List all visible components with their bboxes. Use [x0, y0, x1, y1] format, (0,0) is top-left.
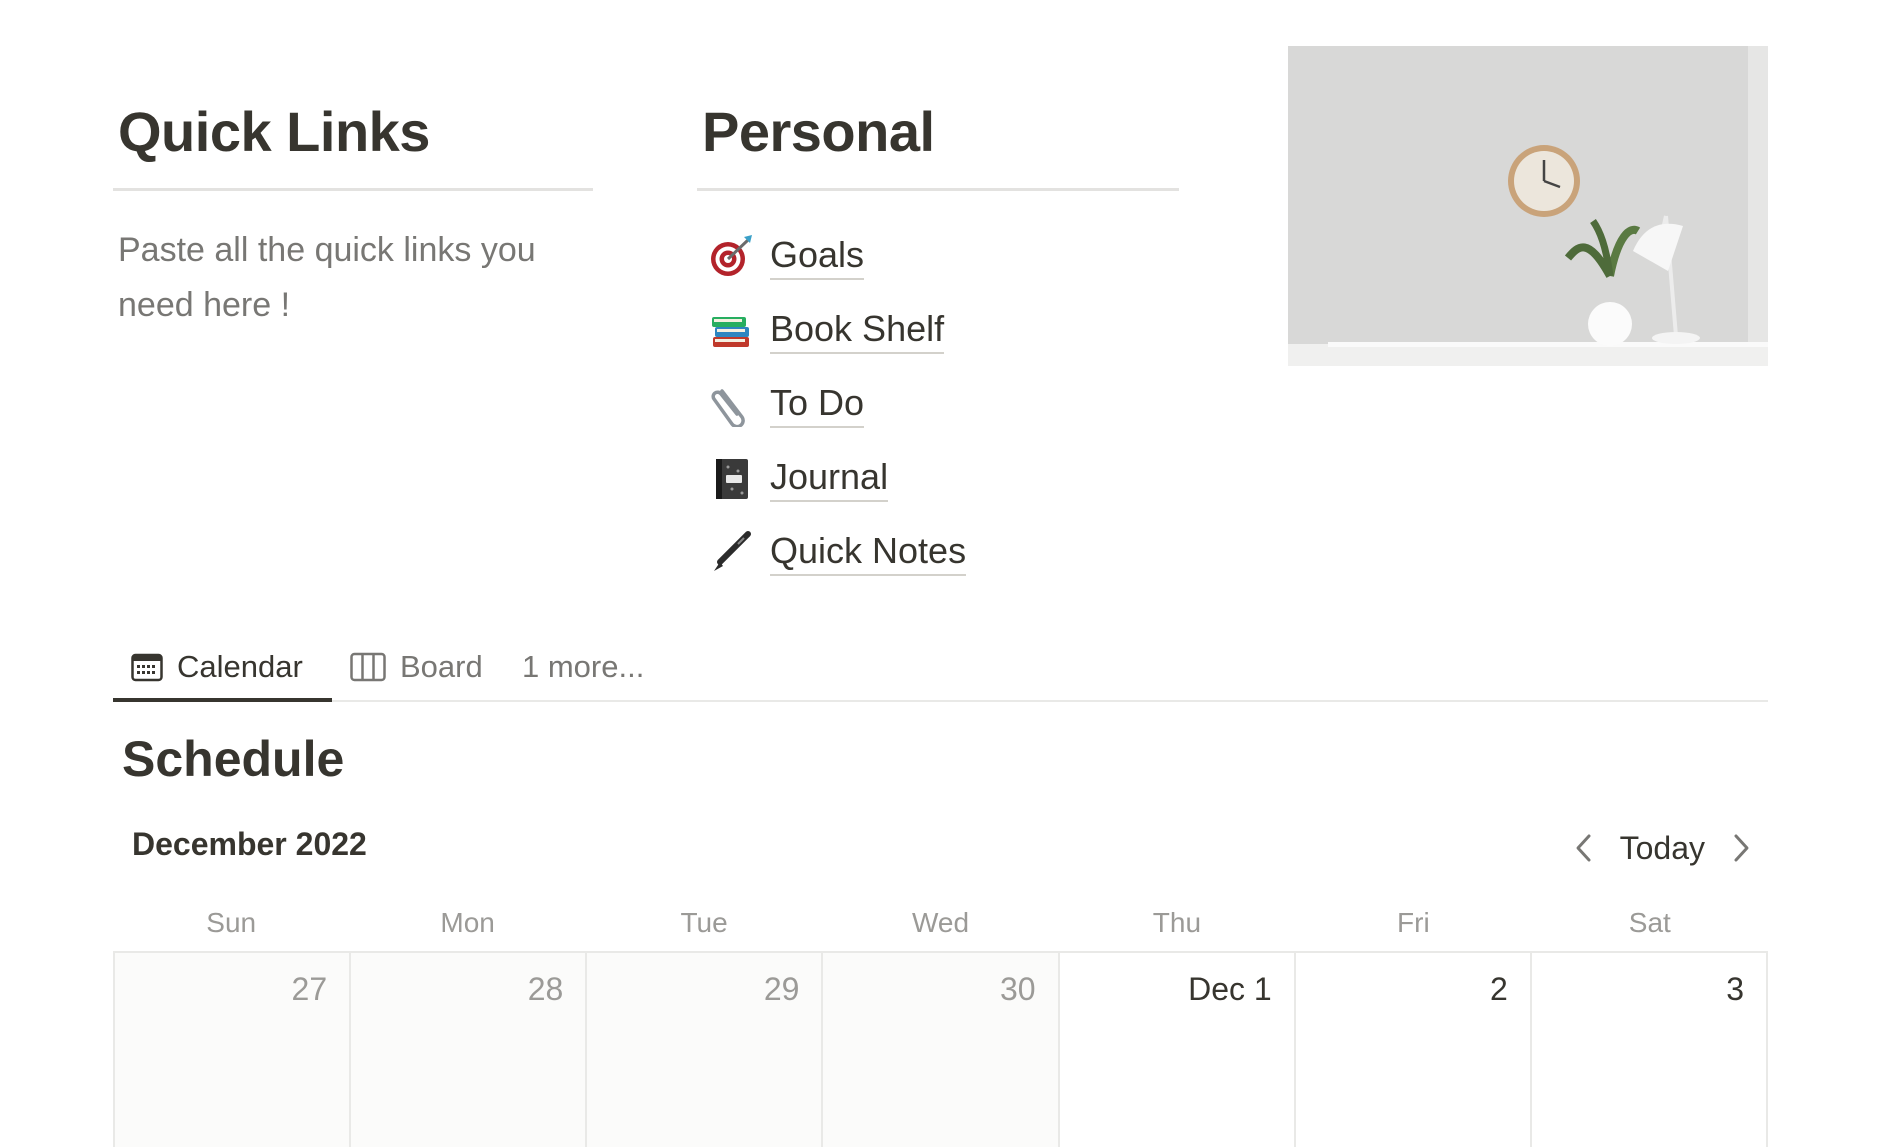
link-book-shelf[interactable]: Book Shelf — [707, 293, 1179, 367]
calendar-icon — [131, 652, 163, 682]
notebook-icon — [707, 454, 755, 502]
paperclip-icon — [707, 380, 755, 428]
pen-icon — [707, 528, 755, 576]
personal-link-list: Goals Book Shelf To Do Journal Quick Not… — [697, 219, 1179, 589]
link-label-book-shelf: Book Shelf — [770, 307, 945, 354]
cover-photo — [1288, 46, 1768, 366]
calendar-day-cell[interactable]: 28 — [351, 953, 588, 1147]
calendar-grid: 27 28 29 30 Dec 1 2 3 — [113, 951, 1768, 1147]
quick-links-section: Quick Links Paste all the quick links yo… — [113, 92, 593, 333]
day-number: 28 — [527, 971, 564, 1007]
tab-calendar-label: Calendar — [177, 649, 303, 684]
day-number: 29 — [763, 971, 800, 1007]
tab-calendar[interactable]: Calendar — [131, 632, 303, 702]
link-journal[interactable]: Journal — [707, 441, 1179, 515]
weekday-fri: Fri — [1397, 907, 1430, 938]
page: Quick Links Paste all the quick links yo… — [0, 0, 1879, 1147]
link-to-do[interactable]: To Do — [707, 367, 1179, 441]
today-button[interactable]: Today — [1620, 830, 1705, 867]
calendar-day-cell[interactable]: 29 — [587, 953, 824, 1147]
link-label-goals: Goals — [770, 233, 865, 280]
active-tab-indicator — [113, 698, 332, 702]
tab-board-label: Board — [400, 649, 483, 684]
chevron-right-icon[interactable] — [1721, 828, 1761, 868]
personal-section: Personal Goals Book Shelf To Do Journal … — [697, 92, 1179, 589]
books-icon — [707, 306, 755, 354]
calendar-month-label: December 2022 — [132, 826, 367, 862]
day-number: 30 — [999, 971, 1036, 1007]
weekday-sun: Sun — [206, 907, 257, 938]
quick-links-placeholder-text: Paste all the quick links you need here … — [118, 231, 536, 324]
link-label-journal: Journal — [770, 455, 889, 502]
weekday-tue: Tue — [680, 907, 728, 938]
calendar-day-cell[interactable]: 2 — [1295, 953, 1532, 1147]
weekday-thu: Thu — [1152, 907, 1202, 938]
weekday-mon: Mon — [440, 907, 495, 938]
weekday-sat: Sat — [1628, 907, 1671, 938]
calendar-navigation: Today — [1564, 820, 1761, 876]
day-number: 27 — [291, 971, 328, 1007]
calendar-day-cell[interactable]: 30 — [823, 953, 1060, 1147]
weekday-wed: Wed — [911, 907, 970, 938]
day-number: Dec 1 — [1188, 971, 1272, 1007]
calendar-day-cell[interactable]: Dec 1 — [1059, 953, 1296, 1147]
calendar-day-cell[interactable]: 27 — [115, 953, 352, 1147]
day-number: 2 — [1490, 971, 1508, 1007]
link-quick-notes[interactable]: Quick Notes — [707, 515, 1179, 589]
day-number: 3 — [1726, 971, 1744, 1007]
weekday-header: Sun Mon Tue Wed Thu Fri Sat — [113, 895, 1768, 951]
tab-board[interactable]: Board — [350, 632, 483, 702]
personal-heading: Personal — [697, 92, 1179, 191]
calendar-day-cell[interactable]: 3 — [1531, 953, 1768, 1147]
link-label-quick-notes: Quick Notes — [770, 529, 967, 576]
link-label-to-do: To Do — [770, 381, 865, 428]
board-icon — [350, 652, 386, 682]
quick-links-heading: Quick Links — [113, 92, 593, 191]
tab-more-views[interactable]: 1 more... — [522, 632, 644, 702]
chevron-left-icon[interactable] — [1564, 828, 1604, 868]
target-icon — [707, 232, 755, 280]
view-tabs: Calendar Board 1 more... — [113, 632, 1768, 702]
schedule-title: Schedule — [122, 731, 345, 787]
link-goals[interactable]: Goals — [707, 219, 1179, 293]
